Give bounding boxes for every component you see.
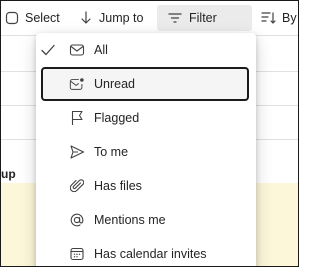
group-header: up — [1, 167, 16, 181]
filter-option-label: To me — [94, 145, 129, 159]
select-label: Select — [25, 11, 60, 25]
flag-icon — [69, 110, 85, 126]
filter-option-label: Flagged — [94, 111, 140, 125]
filter-icon — [168, 13, 182, 23]
filter-option-all[interactable]: All — [36, 33, 256, 67]
calendar-icon — [69, 246, 85, 262]
envelope-unread-icon — [69, 76, 85, 92]
filter-button[interactable]: Filter — [157, 5, 252, 31]
envelope-icon — [69, 42, 85, 58]
filter-option-label: All — [94, 43, 108, 57]
filter-option-label: Mentions me — [94, 213, 166, 227]
send-icon — [69, 144, 85, 160]
paperclip-icon — [69, 178, 85, 194]
sort-label: By Date — [282, 11, 298, 25]
filter-option-label: Has files — [94, 179, 142, 193]
filter-option-to-me[interactable]: To me — [36, 135, 256, 169]
select-icon — [5, 11, 19, 25]
at-sign-icon — [69, 212, 85, 228]
filter-option-has-calendar-invites[interactable]: Has calendar invites — [36, 237, 256, 266]
mail-toolbar: Select Jump to Filter By Date — [1, 1, 298, 35]
filter-option-has-files[interactable]: Has files — [36, 169, 256, 203]
filter-option-label: Unread — [94, 77, 135, 91]
filter-label: Filter — [189, 11, 217, 25]
checkmark-icon — [41, 44, 55, 56]
sort-button[interactable]: By Date — [260, 1, 298, 35]
filter-option-label: Has calendar invites — [94, 247, 207, 261]
jump-to-button[interactable]: Jump to — [79, 1, 143, 35]
select-button[interactable]: Select — [5, 1, 60, 35]
mail-list-pane: Select Jump to Filter By Date up — [0, 0, 299, 267]
filter-option-flagged[interactable]: Flagged — [36, 101, 256, 135]
sort-icon — [261, 12, 276, 24]
jump-to-label: Jump to — [99, 11, 144, 25]
filter-option-unread[interactable]: Unread — [41, 67, 249, 101]
filter-menu: All Unread Flagged To me Has files Menti… — [36, 33, 256, 266]
filter-option-mentions-me[interactable]: Mentions me — [36, 203, 256, 237]
arrow-down-icon — [81, 11, 91, 24]
